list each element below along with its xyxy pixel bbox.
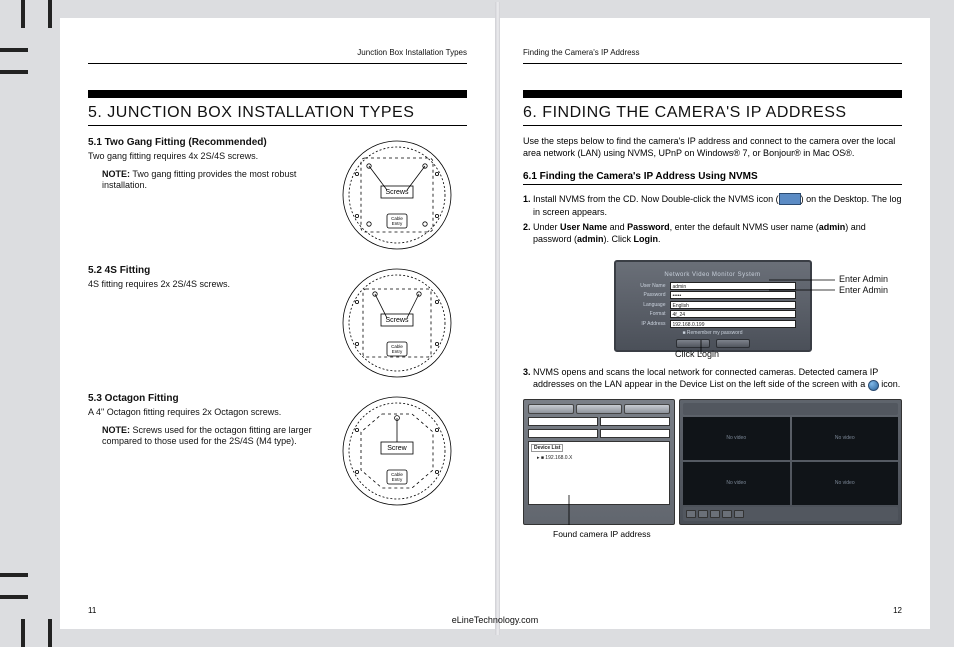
section-5-1-note: NOTE: Two gang fitting provides the most… bbox=[88, 169, 319, 192]
section-5-3-heading: 5.3 Octagon Fitting bbox=[88, 392, 319, 405]
header-rule-right bbox=[523, 63, 902, 64]
grid-toolbar bbox=[683, 403, 898, 415]
format-select[interactable]: 4f_24 bbox=[670, 310, 796, 318]
section-5-1: 5.1 Two Gang Fitting (Recommended) Two g… bbox=[88, 136, 467, 254]
page-right: Finding the Camera's IP Address 6. FINDI… bbox=[495, 48, 930, 619]
section-5-2: 5.2 4S Fitting 4S fitting requires 2x 2S… bbox=[88, 264, 467, 382]
running-header-right: Finding the Camera's IP Address bbox=[523, 48, 902, 59]
header-rule bbox=[88, 63, 467, 64]
callout-enter-admin-user: Enter Admin bbox=[839, 274, 888, 284]
login-button[interactable] bbox=[676, 339, 710, 348]
ip-input[interactable]: 192.168.0.199 bbox=[670, 320, 796, 328]
video-cell[interactable]: No video bbox=[792, 417, 899, 460]
section-5-1-text: 5.1 Two Gang Fitting (Recommended) Two g… bbox=[88, 136, 319, 254]
footer-url: eLineTechnology.com bbox=[60, 615, 930, 625]
nvms-video-grid: No video No video No video No video bbox=[679, 399, 902, 525]
password-input[interactable]: ••••• bbox=[670, 291, 796, 299]
step-3: 3. NVMS opens and scans the local networ… bbox=[523, 366, 902, 391]
video-cell[interactable]: No video bbox=[683, 417, 790, 460]
section-5-1-heading: 5.1 Two Gang Fitting (Recommended) bbox=[88, 136, 319, 149]
section-5-2-body: 4S fitting requires 2x 2S/4S screws. bbox=[88, 279, 319, 291]
step-2: 2. Under User Name and Password, enter t… bbox=[523, 221, 902, 246]
login-title: Network Video Monitor System bbox=[630, 272, 796, 278]
svg-text:Screws: Screws bbox=[386, 317, 409, 324]
page-number-right: 12 bbox=[893, 606, 902, 615]
sidebar-tab[interactable] bbox=[624, 404, 670, 414]
page-left: Junction Box Installation Types 5. JUNCT… bbox=[60, 48, 495, 619]
callout-click-login: Click Login bbox=[675, 349, 719, 359]
globe-icon bbox=[868, 380, 879, 391]
section-5-3: 5.3 Octagon Fitting A 4" Octagon fitting… bbox=[88, 392, 467, 510]
section-5-3-body: A 4" Octagon fitting requires 2x Octagon… bbox=[88, 407, 319, 419]
language-select[interactable]: English bbox=[670, 301, 796, 309]
diagram-octagon: Screw Cable Entry bbox=[327, 392, 467, 510]
section-5-3-note: NOTE: Screws used for the octagon fittin… bbox=[88, 425, 319, 448]
chapter-5-title: 5. JUNCTION BOX INSTALLATION TYPES bbox=[88, 90, 467, 126]
sidebar-field[interactable] bbox=[528, 429, 598, 438]
remember-checkbox[interactable]: ■ Remember my password bbox=[630, 330, 796, 336]
nvms-sidebar: Device List ▸ ■ 192.168.0.X bbox=[523, 399, 675, 525]
callout-enter-admin-pass: Enter Admin bbox=[839, 285, 888, 295]
grid-footer bbox=[683, 507, 898, 521]
steps-list-2: 3. NVMS opens and scans the local networ… bbox=[523, 366, 902, 393]
section-5-1-body: Two gang fitting requires 4x 2S/4S screw… bbox=[88, 151, 319, 163]
sidebar-tab[interactable] bbox=[576, 404, 622, 414]
diagram-two-gang: Screws Cable Entry bbox=[327, 136, 467, 254]
section-5-3-text: 5.3 Octagon Fitting A 4" Octagon fitting… bbox=[88, 392, 319, 510]
sidebar-field[interactable] bbox=[528, 417, 598, 426]
sidebar-field[interactable] bbox=[600, 429, 670, 438]
username-input[interactable]: admin bbox=[670, 282, 796, 290]
device-list[interactable]: Device List ▸ ■ 192.168.0.X bbox=[528, 441, 670, 505]
section-5-2-text: 5.2 4S Fitting 4S fitting requires 2x 2S… bbox=[88, 264, 319, 382]
found-camera-label: Found camera IP address bbox=[553, 529, 902, 539]
nvms-icon bbox=[779, 193, 801, 205]
running-header-left: Junction Box Installation Types bbox=[88, 48, 467, 59]
login-dialog: Network Video Monitor System User Namead… bbox=[614, 260, 812, 352]
svg-text:Entry: Entry bbox=[392, 349, 403, 354]
steps-list: 1. Install NVMS from the CD. Now Double-… bbox=[523, 193, 902, 247]
video-cell[interactable]: No video bbox=[792, 462, 899, 505]
login-screenshot: Network Video Monitor System User Namead… bbox=[523, 254, 902, 358]
device-list-item[interactable]: ▸ ■ 192.168.0.X bbox=[531, 455, 667, 461]
svg-text:Entry: Entry bbox=[392, 221, 403, 226]
video-cell[interactable]: No video bbox=[683, 462, 790, 505]
section-5-2-heading: 5.2 4S Fitting bbox=[88, 264, 319, 277]
step-1: 1. Install NVMS from the CD. Now Double-… bbox=[523, 193, 902, 218]
svg-text:Screws: Screws bbox=[386, 189, 409, 196]
svg-text:Screw: Screw bbox=[387, 445, 407, 452]
sidebar-field[interactable] bbox=[600, 417, 670, 426]
diagram-4s: Screws Cable Entry bbox=[327, 264, 467, 382]
chapter-6-title: 6. FINDING THE CAMERA'S IP ADDRESS bbox=[523, 90, 902, 126]
page-number-left: 11 bbox=[88, 606, 96, 615]
svg-text:Entry: Entry bbox=[392, 477, 403, 482]
chapter-6-intro: Use the steps below to find the camera's… bbox=[523, 136, 902, 159]
manual-spread: Junction Box Installation Types 5. JUNCT… bbox=[60, 18, 930, 629]
nvms-screenshot: Device List ▸ ■ 192.168.0.X No video No … bbox=[523, 399, 902, 525]
cancel-button[interactable] bbox=[716, 339, 750, 348]
section-6-1-heading: 6.1 Finding the Camera's IP Address Usin… bbox=[523, 171, 902, 185]
sidebar-tab[interactable] bbox=[528, 404, 574, 414]
